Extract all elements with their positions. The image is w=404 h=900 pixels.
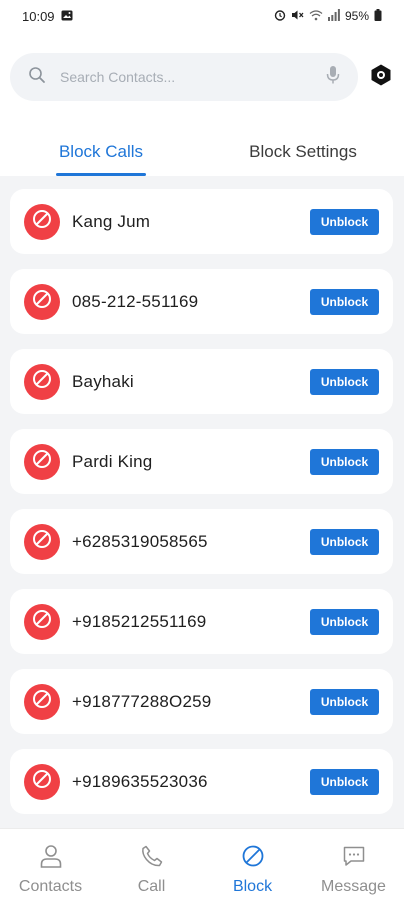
search-bar[interactable]	[10, 53, 358, 101]
nav-call[interactable]: Call	[101, 829, 202, 900]
block-badge	[24, 683, 60, 720]
unblock-button[interactable]: Unblock	[310, 608, 379, 635]
block-badge	[24, 523, 60, 560]
list-item: +9189635523036 Unblock	[10, 749, 393, 814]
block-icon	[31, 688, 53, 715]
settings-button[interactable]	[368, 64, 394, 90]
gallery-icon	[61, 9, 73, 24]
tab-bar: Block Calls Block Settings	[0, 128, 404, 176]
nav-message[interactable]: Message	[303, 829, 404, 900]
status-bar: 10:09 95%	[0, 0, 404, 32]
status-time: 10:09	[22, 8, 55, 24]
tab-block-settings[interactable]: Block Settings	[202, 128, 404, 176]
block-badge	[24, 443, 60, 480]
nav-label: Block	[232, 878, 273, 895]
wifi-icon	[309, 9, 323, 24]
nav-label: Call	[137, 878, 166, 895]
battery-percent: 95%	[344, 9, 369, 23]
block-icon	[31, 768, 53, 795]
mic-icon[interactable]	[326, 65, 340, 90]
nav-contacts[interactable]: Contacts	[0, 829, 101, 900]
contact-name: 085-212-551169	[72, 291, 199, 311]
block-icon	[240, 843, 266, 874]
list-item: +9185212551169 Unblock	[10, 589, 393, 654]
block-icon	[31, 528, 53, 555]
contact-name: +9189635523036	[72, 771, 208, 791]
person-icon	[38, 843, 64, 874]
status-left: 10:09	[22, 9, 73, 24]
contact-name: +6285319058565	[72, 531, 208, 551]
contact-name: Bayhaki	[72, 371, 134, 391]
block-icon	[31, 288, 53, 315]
list-item: +6285319058565 Unblock	[10, 509, 393, 574]
nav-label: Message	[321, 878, 386, 895]
battery-icon	[374, 8, 382, 24]
contact-name: Pardi King	[72, 451, 153, 471]
phone-icon	[139, 843, 165, 874]
unblock-button[interactable]: Unblock	[310, 688, 379, 715]
message-icon	[341, 843, 367, 874]
gear-icon	[369, 63, 393, 92]
contact-name: +9185212551169	[72, 611, 207, 631]
tab-block-calls[interactable]: Block Calls	[0, 128, 202, 176]
block-badge	[24, 763, 60, 800]
nav-label: Contacts	[18, 878, 83, 895]
alarm-icon	[274, 9, 286, 24]
list-item: Pardi King Unblock	[10, 429, 393, 494]
block-badge	[24, 603, 60, 640]
block-badge	[24, 363, 60, 400]
search-icon	[28, 66, 46, 89]
nav-block[interactable]: Block	[202, 829, 303, 900]
tab-label: Block Calls	[58, 142, 144, 161]
list-item: +918777288O259 Unblock	[10, 669, 393, 734]
list-item: Kang Jum Unblock	[10, 189, 393, 254]
unblock-button[interactable]: Unblock	[310, 288, 379, 315]
blocked-list[interactable]: Kang Jum Unblock 085-212-551169 Unblock …	[0, 176, 404, 828]
bottom-nav: Contacts Call Block Message	[0, 828, 404, 900]
list-item: 085-212-551169 Unblock	[10, 269, 393, 334]
block-icon	[31, 208, 53, 235]
block-icon	[31, 608, 53, 635]
unblock-button[interactable]: Unblock	[310, 448, 379, 475]
block-icon	[31, 448, 53, 475]
block-badge	[24, 283, 60, 320]
unblock-button[interactable]: Unblock	[310, 528, 379, 555]
status-right: 95%	[274, 8, 382, 24]
signal-icon	[327, 8, 340, 24]
tab-label: Block Settings	[249, 142, 357, 161]
unblock-button[interactable]: Unblock	[310, 368, 379, 395]
search-input[interactable]	[60, 69, 326, 85]
mute-icon	[291, 9, 304, 24]
contact-name: Kang Jum	[72, 211, 151, 231]
block-badge	[24, 203, 60, 240]
contact-name: +918777288O259	[72, 691, 212, 711]
unblock-button[interactable]: Unblock	[310, 768, 379, 795]
block-icon	[31, 368, 53, 395]
list-item: Bayhaki Unblock	[10, 349, 393, 414]
unblock-button[interactable]: Unblock	[310, 208, 379, 235]
